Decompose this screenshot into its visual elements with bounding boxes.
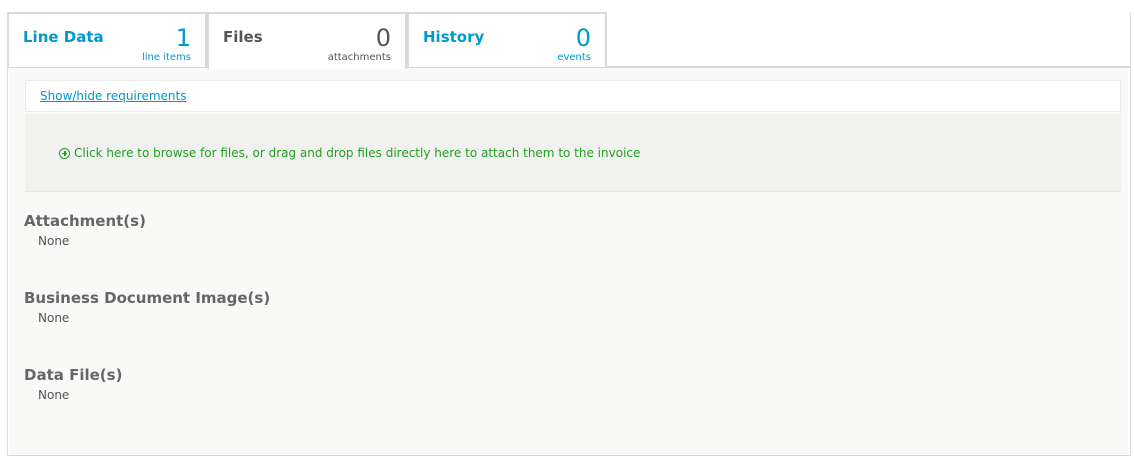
- section-title: Business Document Image(s): [24, 289, 271, 307]
- plus-circle-icon: [59, 147, 70, 159]
- attachments-section: Attachment(s) None: [24, 212, 146, 248]
- section-title: Attachment(s): [24, 212, 146, 230]
- tab-title: Files: [223, 28, 263, 46]
- tab-unit: attachments: [327, 52, 391, 63]
- tab-title: History: [423, 28, 485, 46]
- tab-unit: events: [557, 52, 591, 63]
- data-files-section: Data File(s) None: [24, 366, 122, 402]
- tab-history[interactable]: History 0 events: [407, 12, 607, 67]
- tab-count: 0: [575, 24, 591, 52]
- tab-unit: line items: [141, 52, 191, 63]
- tab-strip: Line Data 1 line items Files 0 attachmen…: [7, 12, 607, 69]
- section-value: None: [38, 388, 70, 402]
- files-tab-content: Show/hide requirements Click here to bro…: [9, 68, 1129, 454]
- file-drop-zone[interactable]: Click here to browse for files, or drag …: [25, 114, 1121, 192]
- tab-files[interactable]: Files 0 attachments: [207, 12, 407, 69]
- section-value: None: [38, 234, 70, 248]
- tab-line-data[interactable]: Line Data 1 line items: [7, 12, 207, 67]
- section-value: None: [38, 311, 70, 325]
- tab-title: Line Data: [23, 28, 104, 46]
- show-hide-requirements-link[interactable]: Show/hide requirements: [40, 89, 186, 103]
- drop-zone-text: Click here to browse for files, or drag …: [74, 146, 641, 160]
- drop-zone-prompt[interactable]: Click here to browse for files, or drag …: [59, 146, 640, 160]
- tab-count: 1: [175, 24, 191, 52]
- tab-count: 0: [375, 24, 391, 52]
- business-document-images-section: Business Document Image(s) None: [24, 289, 270, 325]
- section-title: Data File(s): [24, 366, 123, 384]
- requirements-bar: Show/hide requirements: [25, 80, 1121, 112]
